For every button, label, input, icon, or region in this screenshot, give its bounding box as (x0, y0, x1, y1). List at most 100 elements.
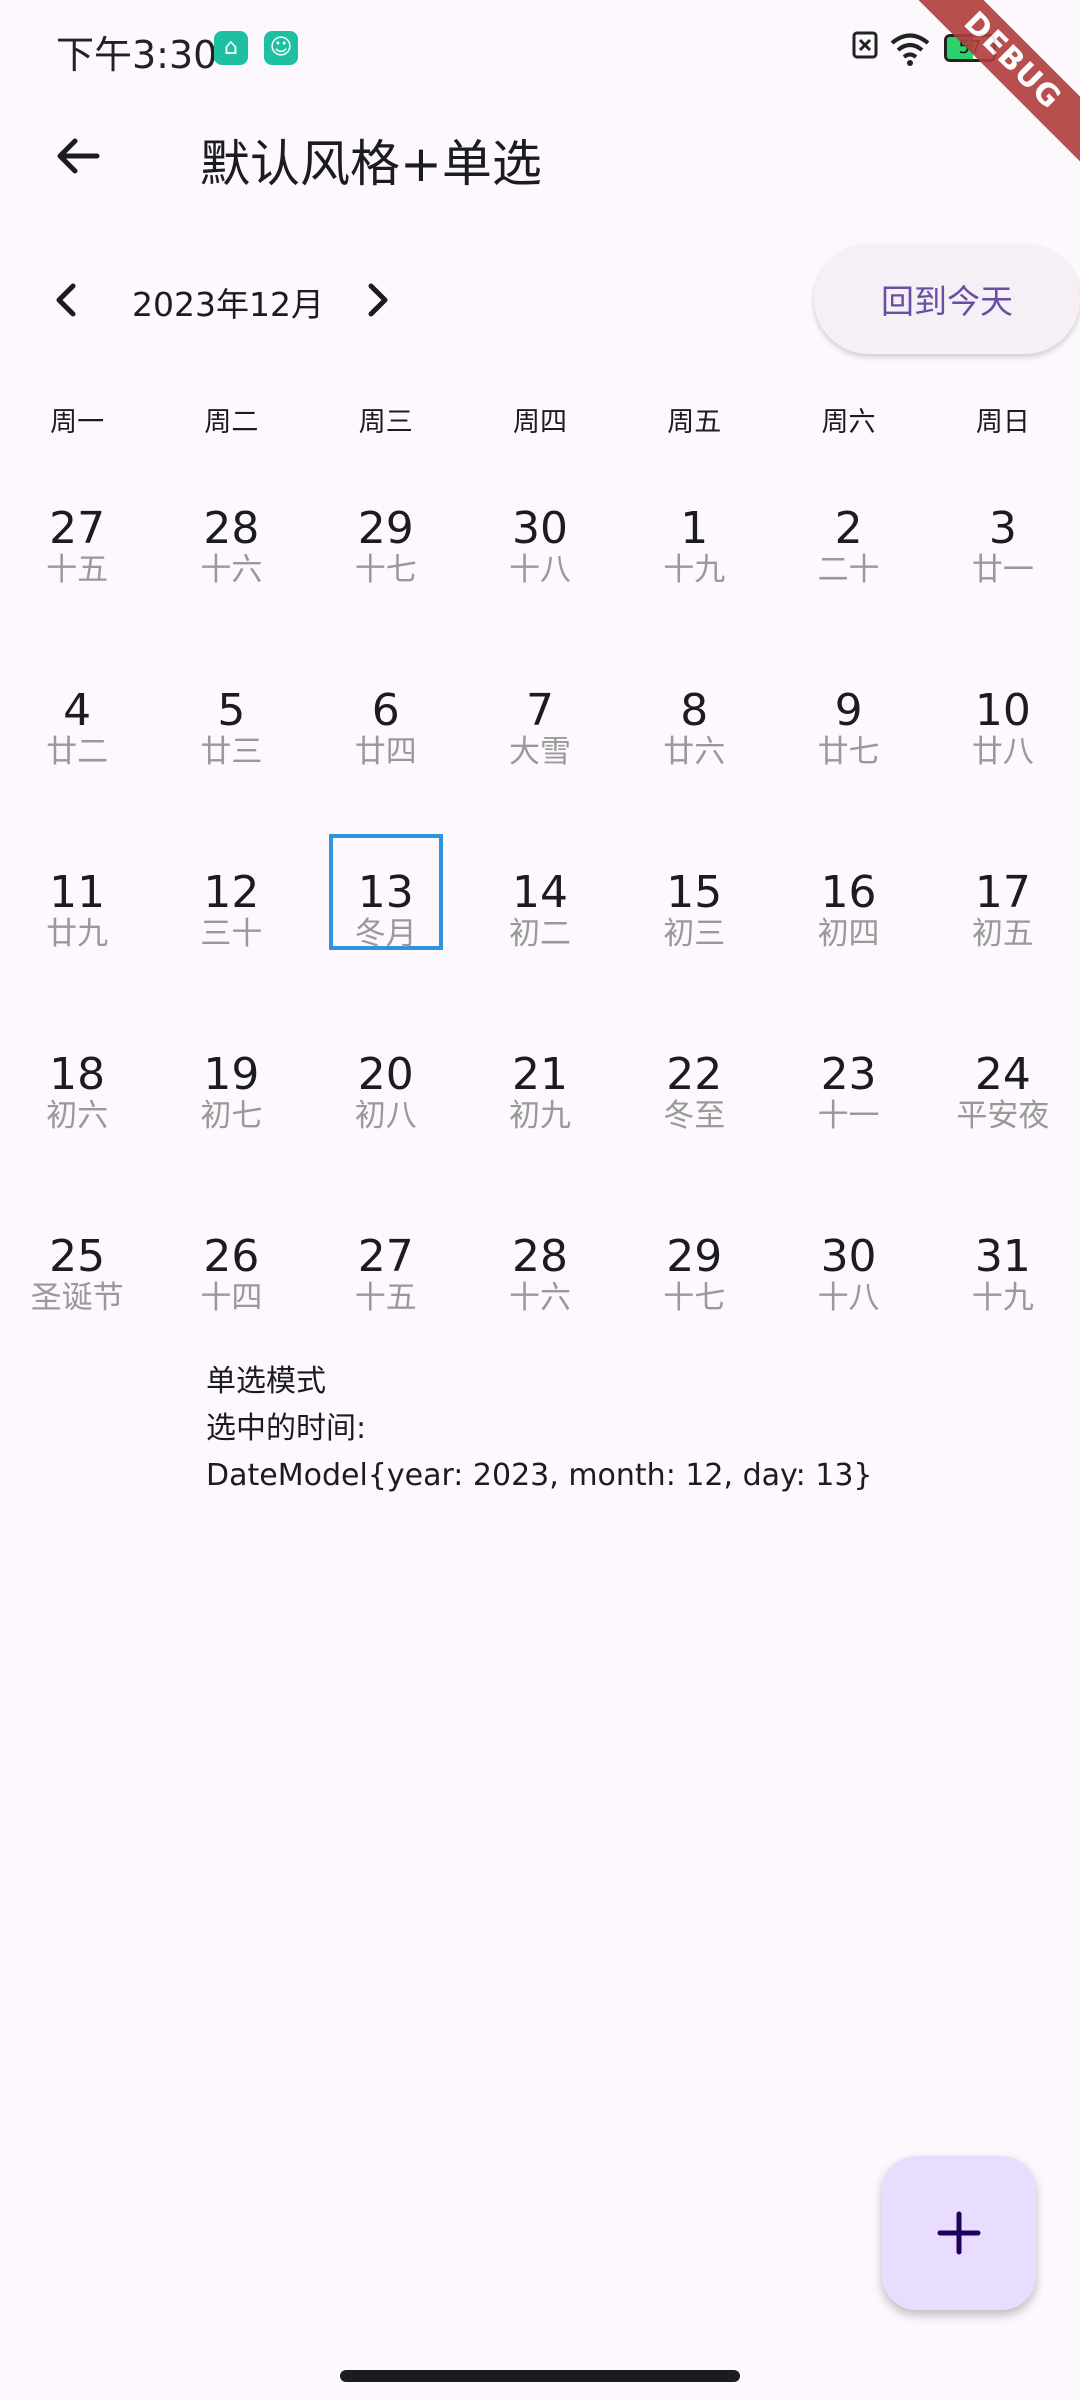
wifi-icon (890, 33, 930, 66)
day-cell[interactable]: 19 初七 (154, 1016, 308, 1198)
weekday-label: 周六 (821, 407, 876, 438)
weekday-label: 周四 (512, 407, 567, 438)
day-cell[interactable]: 5 廿三 (154, 652, 308, 834)
day-cell[interactable]: 17 初五 (926, 834, 1080, 1016)
lunar-date-label: 十五 (354, 1280, 417, 1316)
day-cell[interactable]: 3 廿一 (926, 470, 1080, 652)
day-cell-content: 2 二十 (792, 470, 906, 589)
day-cell[interactable]: 4 廿二 (0, 652, 154, 834)
lunar-date-label: 十七 (663, 1280, 726, 1316)
add-fab-button[interactable] (882, 2156, 1036, 2310)
weekday-label: 周日 (975, 407, 1030, 438)
day-cell[interactable]: 7 大雪 (463, 652, 617, 834)
day-number: 11 (49, 867, 106, 918)
day-number: 31 (974, 1231, 1031, 1282)
day-cell[interactable]: 28 十六 (154, 470, 308, 652)
day-cell[interactable]: 29 十七 (617, 1198, 771, 1380)
day-cell-content: 31 十九 (946, 1198, 1060, 1317)
plus-icon (937, 2211, 981, 2255)
day-cell[interactable]: 10 廿八 (926, 652, 1080, 834)
lunar-date-label: 初五 (971, 916, 1034, 952)
day-cell-content: 19 初七 (174, 1016, 288, 1135)
day-number: 1 (680, 503, 709, 554)
lunar-date-label: 十八 (508, 552, 571, 588)
day-number: 9 (834, 685, 863, 736)
day-cell[interactable]: 8 廿六 (617, 652, 771, 834)
next-month-button[interactable] (348, 262, 408, 338)
day-cell-content: 5 廿三 (174, 652, 288, 771)
day-cell[interactable]: 27 十五 (0, 470, 154, 652)
day-cell[interactable]: 25 圣诞节 (0, 1198, 154, 1380)
day-cell[interactable]: 11 廿九 (0, 834, 154, 1016)
day-cell[interactable]: 20 初八 (309, 1016, 463, 1198)
selection-mode-text: 单选模式 (206, 1364, 326, 1399)
chevron-left-icon (56, 283, 76, 317)
day-cell[interactable]: 21 初九 (463, 1016, 617, 1198)
selection-info: 单选模式 选中的时间: DateModel{year: 2023, month:… (206, 1358, 873, 1499)
day-cell-content: 7 大雪 (483, 652, 597, 771)
day-cell[interactable]: 22 冬至 (617, 1016, 771, 1198)
day-cell-content: 30 十八 (483, 470, 597, 589)
lunar-date-label: 圣诞节 (30, 1280, 124, 1316)
day-cell-content: 28 十六 (483, 1198, 597, 1317)
day-cell[interactable]: 29 十七 (309, 470, 463, 652)
day-cell[interactable]: 12 三十 (154, 834, 308, 1016)
day-cell-content: 27 十五 (20, 470, 134, 589)
lunar-date-label: 十九 (971, 1280, 1034, 1316)
home-indicator[interactable] (340, 2370, 740, 2382)
day-cell[interactable]: 27 十五 (309, 1198, 463, 1380)
today-button[interactable]: 回到今天 (814, 244, 1080, 354)
day-cell[interactable]: 30 十八 (771, 1198, 925, 1380)
week-header: 周一 周二 周三 周四 周五 周六 周日 (0, 400, 1080, 440)
day-cell-content: 3 廿一 (946, 470, 1060, 589)
lunar-date-label: 十八 (817, 1280, 880, 1316)
lunar-date-label: 初七 (200, 1098, 263, 1134)
arrow-back-icon (57, 138, 100, 174)
home-app-icon: ⌂ (214, 31, 248, 65)
calendar-grid: 27 十五 28 十六 29 十七 30 十八 1 十九 2 二十 3 廿一 4 廿二 5 廿三 6 廿四 7 大雪 8 廿六… (0, 470, 1080, 1380)
back-button[interactable] (40, 118, 116, 194)
day-cell[interactable]: 6 廿四 (309, 652, 463, 834)
day-number: 16 (820, 867, 877, 918)
day-cell[interactable]: 24 平安夜 (926, 1016, 1080, 1198)
day-cell[interactable]: 26 十四 (154, 1198, 308, 1380)
day-number: 23 (820, 1049, 877, 1100)
day-cell-content: 10 廿八 (946, 652, 1060, 771)
day-number: 29 (666, 1231, 723, 1282)
day-cell[interactable]: 16 初四 (771, 834, 925, 1016)
day-number: 29 (357, 503, 414, 554)
month-label: 2023年12月 (132, 285, 324, 324)
day-cell-content: 6 廿四 (329, 652, 443, 771)
lunar-date-label: 二十 (817, 552, 880, 588)
day-cell[interactable]: 1 十九 (617, 470, 771, 652)
selected-date-value: DateModel{year: 2023, month: 12, day: 13… (206, 1458, 873, 1493)
day-cell[interactable]: 30 十八 (463, 470, 617, 652)
day-cell[interactable]: 18 初六 (0, 1016, 154, 1198)
day-cell[interactable]: 13 冬月 (309, 834, 463, 1016)
day-number: 8 (680, 685, 709, 736)
day-number: 10 (974, 685, 1031, 736)
day-cell-content: 26 十四 (174, 1198, 288, 1317)
day-cell[interactable]: 28 十六 (463, 1198, 617, 1380)
day-cell-content: 23 十一 (792, 1016, 906, 1135)
prev-month-button[interactable] (36, 262, 96, 338)
day-cell[interactable]: 9 廿七 (771, 652, 925, 834)
day-number: 24 (974, 1049, 1031, 1100)
day-cell[interactable]: 14 初二 (463, 834, 617, 1016)
status-bar: 下午3:30 ⌂ ☺ 57 (0, 0, 1080, 100)
day-number: 27 (357, 1231, 414, 1282)
day-number: 21 (511, 1049, 568, 1100)
day-number: 14 (511, 867, 568, 918)
day-cell[interactable]: 31 十九 (926, 1198, 1080, 1380)
weekday-label: 周五 (667, 407, 722, 438)
day-cell-content: 29 十七 (329, 470, 443, 589)
lunar-date-label: 廿七 (817, 734, 880, 770)
day-cell[interactable]: 2 二十 (771, 470, 925, 652)
day-cell-content: 28 十六 (174, 470, 288, 589)
lunar-date-label: 平安夜 (956, 1098, 1050, 1134)
lunar-date-label: 廿四 (354, 734, 417, 770)
day-cell[interactable]: 23 十一 (771, 1016, 925, 1198)
day-cell-content: 14 初二 (483, 834, 597, 953)
day-cell[interactable]: 15 初三 (617, 834, 771, 1016)
lunar-date-label: 廿九 (46, 916, 109, 952)
